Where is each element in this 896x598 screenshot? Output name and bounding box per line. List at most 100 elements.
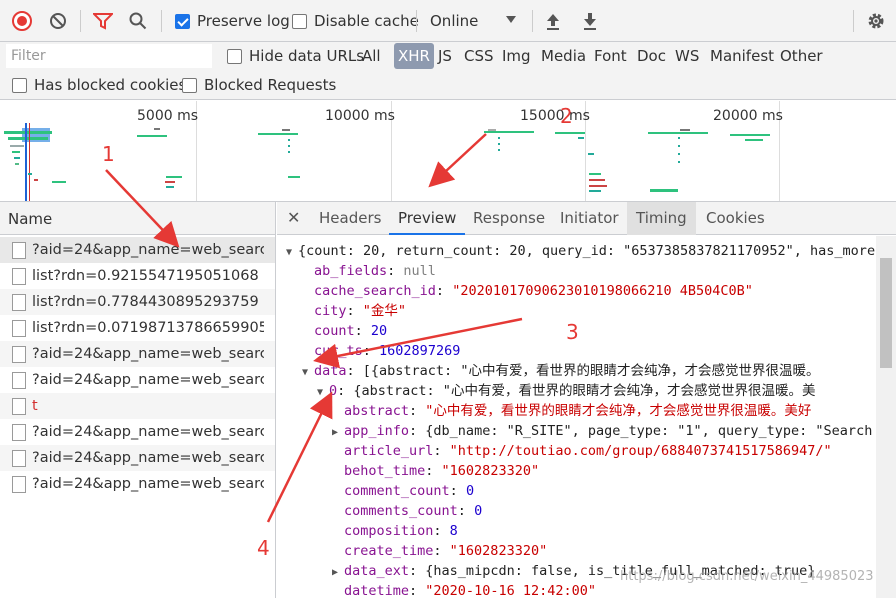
- value: "金华": [362, 303, 407, 319]
- value: null: [403, 263, 436, 279]
- overview-tick-15000: 15000 ms: [520, 108, 590, 124]
- watermark: https://blog.csdn.net/weixin_44985023: [620, 569, 874, 584]
- request-name: ?aid=24&app_name=web_search...: [32, 450, 264, 466]
- export-har-button[interactable]: [582, 0, 598, 42]
- tree-row-data[interactable]: ▼ data: [{abstract: "心中有爱，看世界的眼睛才会纯净，才会感觉…: [302, 361, 819, 381]
- tab-headers[interactable]: Headers: [310, 202, 390, 235]
- key: comment_count: [344, 483, 450, 499]
- type-filter-all[interactable]: All: [358, 43, 385, 69]
- type-filter-media[interactable]: Media: [537, 43, 590, 69]
- hide-data-urls-checkbox[interactable]: Hide data URLs: [227, 42, 364, 70]
- disable-cache-label: Disable cache: [314, 12, 419, 30]
- tree-row: cur_ts: 1602897269: [314, 343, 461, 359]
- expanded-triangle-icon: ▼: [302, 367, 309, 378]
- search-icon: [129, 12, 147, 30]
- annotation-4: 4: [257, 536, 270, 560]
- tab-initiator[interactable]: Initiator: [551, 202, 628, 235]
- has-blocked-cookies-check-icon: [12, 77, 27, 93]
- value: 20: [370, 323, 388, 339]
- type-filter-js[interactable]: JS: [434, 43, 456, 69]
- blocked-filter-bar: Has blocked cookies Blocked Requests: [0, 70, 896, 100]
- search-button[interactable]: [129, 0, 147, 42]
- type-filter-ws[interactable]: WS: [671, 43, 703, 69]
- overview-tick-20000: 20000 ms: [713, 108, 783, 124]
- request-row[interactable]: ?aid=24&app_name=web_search...: [0, 341, 275, 367]
- value: [{abstract: "心中有爱，看世界的眼睛才会纯净，才会感觉世界很温暖。: [362, 363, 820, 379]
- tab-cookies[interactable]: Cookies: [697, 202, 774, 235]
- type-filter-other[interactable]: Other: [776, 43, 827, 69]
- clear-button[interactable]: [49, 0, 67, 42]
- tab-response[interactable]: Response: [464, 202, 554, 235]
- tab-timing[interactable]: Timing: [627, 202, 696, 235]
- annotation-2: 2: [560, 104, 573, 128]
- request-name: ?aid=24&app_name=web_search...: [32, 372, 264, 388]
- file-icon: [12, 423, 26, 441]
- overview-load-line: [29, 123, 30, 201]
- type-filter-img[interactable]: Img: [498, 43, 535, 69]
- collapsed-triangle-icon: ▶: [332, 567, 339, 578]
- key: cur_ts: [314, 343, 363, 359]
- import-har-button[interactable]: [545, 0, 561, 42]
- key: create_time: [344, 543, 434, 559]
- network-toolbar: Preserve log Disable cache Online: [0, 0, 896, 42]
- name-column-header[interactable]: Name: [0, 202, 275, 235]
- tree-row: create_time: "1602823320": [344, 543, 548, 559]
- disable-cache-checkbox[interactable]: Disable cache: [292, 0, 419, 42]
- tree-row: count: 20: [314, 323, 388, 339]
- file-icon: [12, 449, 26, 467]
- file-icon: [12, 345, 26, 363]
- request-row[interactable]: ?aid=24&app_name=web_search...: [0, 419, 275, 445]
- record-button[interactable]: [12, 0, 32, 42]
- request-row[interactable]: ?aid=24&app_name=web_search...: [0, 445, 275, 471]
- filter-toggle-button[interactable]: [93, 0, 113, 42]
- tree-row: comment_count: 0: [344, 483, 475, 499]
- request-row[interactable]: ?aid=24&app_name=web_search...: [0, 237, 275, 263]
- value: "1602823320": [449, 543, 548, 559]
- key: data: [314, 363, 347, 379]
- network-overview[interactable]: 5000 ms 10000 ms 15000 ms 20000 ms: [0, 101, 896, 202]
- expanded-triangle-icon: ▼: [286, 247, 293, 258]
- throttling-select[interactable]: Online: [430, 0, 520, 42]
- request-row[interactable]: list?rdn=0.7784430895293759: [0, 289, 275, 315]
- annotation-3: 3: [566, 320, 579, 344]
- type-filter-font[interactable]: Font: [590, 43, 631, 69]
- tree-row-app-info[interactable]: ▶ app_info: {db_name: "R_SITE", page_type…: [332, 421, 872, 441]
- file-icon: [12, 267, 26, 285]
- type-filter-doc[interactable]: Doc: [633, 43, 670, 69]
- tree-row: behot_time: "1602823320": [344, 463, 540, 479]
- request-name: ?aid=24&app_name=web_search...: [32, 424, 264, 440]
- blocked-requests-checkbox[interactable]: Blocked Requests: [182, 70, 336, 100]
- annotation-1: 1: [102, 142, 115, 166]
- value: 8: [449, 523, 458, 539]
- type-filter-xhr[interactable]: XHR: [394, 43, 434, 69]
- hide-data-urls-label: Hide data URLs: [249, 47, 365, 65]
- throttling-value: Online: [430, 12, 479, 30]
- filter-input[interactable]: Filter: [6, 44, 212, 68]
- type-filter-css[interactable]: CSS: [460, 43, 498, 69]
- has-blocked-cookies-checkbox[interactable]: Has blocked cookies: [12, 70, 186, 100]
- request-row[interactable]: t: [0, 393, 275, 419]
- tree-row: city: "金华": [314, 303, 407, 319]
- value: "心中有爱，看世界的眼睛才会纯净，才会感觉世界很温暖。美好: [425, 403, 812, 419]
- type-filter-manifest[interactable]: Manifest: [706, 43, 778, 69]
- file-icon: [12, 241, 26, 259]
- request-row[interactable]: ?aid=24&app_name=web_search...: [0, 367, 275, 393]
- tree-row: datetime: "2020-10-16 12:42:00": [344, 583, 596, 598]
- request-row[interactable]: list?rdn=0.9215547195051068: [0, 263, 275, 289]
- tab-preview[interactable]: Preview: [389, 202, 466, 235]
- value: "http://toutiao.com/group/68840737415175…: [449, 443, 832, 459]
- settings-button[interactable]: [866, 0, 886, 42]
- tree-root-row[interactable]: ▼ {count: 20, return_count: 20, query_id:…: [286, 241, 875, 261]
- close-icon[interactable]: ✕: [287, 208, 300, 227]
- json-preview-tree[interactable]: ▼ {count: 20, return_count: 20, query_id:…: [277, 235, 877, 598]
- tree-row: abstract: "心中有爱，看世界的眼睛才会纯净，才会感觉世界很温暖。美好: [344, 403, 812, 419]
- key: article_url: [344, 443, 434, 459]
- file-icon: [12, 319, 26, 337]
- collapsed-triangle-icon: ▶: [332, 427, 339, 438]
- preserve-log-checkbox[interactable]: Preserve log: [175, 0, 290, 42]
- preview-scrollbar[interactable]: [876, 236, 896, 598]
- scrollbar-thumb[interactable]: [880, 258, 892, 368]
- tree-row-item0[interactable]: ▼ 0: {abstract: "心中有爱，看世界的眼睛才会纯净，才会感觉世界很温…: [317, 381, 815, 401]
- request-row[interactable]: ?aid=24&app_name=web_search...: [0, 471, 275, 497]
- request-row[interactable]: list?rdn=0.07198713786659905: [0, 315, 275, 341]
